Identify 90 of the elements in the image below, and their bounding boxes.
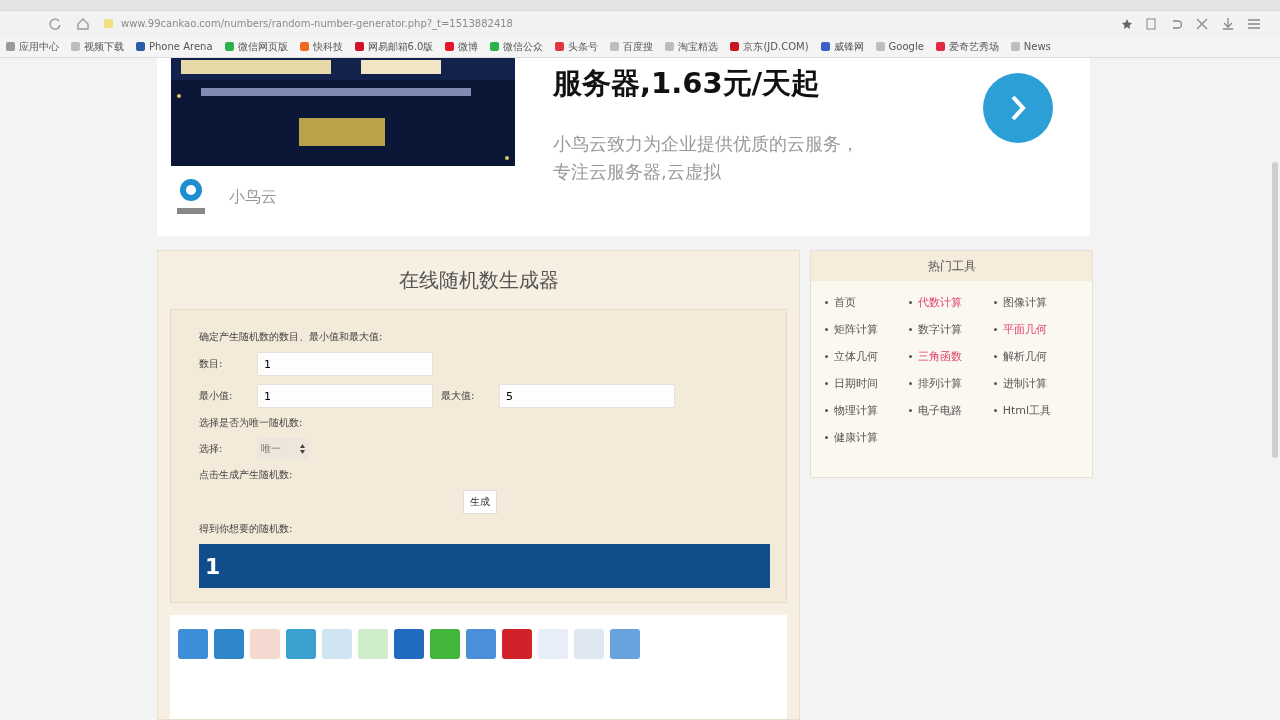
bookmark[interactable]: 头条号 (555, 39, 599, 54)
unique-select[interactable]: 唯一 (257, 438, 309, 460)
tool-link[interactable]: 数字计算 (918, 322, 963, 337)
share-icon[interactable] (178, 629, 208, 659)
bullet-icon (909, 355, 913, 358)
bullet-icon (993, 301, 997, 304)
generate-button[interactable]: 生成 (462, 490, 497, 514)
share-icon[interactable] (610, 629, 640, 659)
home-icon[interactable] (76, 16, 90, 31)
tool-link[interactable]: 排列计算 (918, 376, 963, 391)
tool-link[interactable]: Html工具 (1002, 403, 1051, 418)
field-label: 数目: (199, 357, 224, 371)
field-label: 最大值: (441, 389, 476, 403)
tool-link[interactable]: 首页 (834, 295, 856, 310)
bullet-icon (993, 409, 997, 412)
field-label: 最小值: (199, 389, 234, 403)
tool-link[interactable]: 解析几何 (1002, 349, 1047, 364)
share-icon[interactable] (394, 629, 424, 659)
bullet-icon (993, 328, 997, 331)
result-output: 1 (199, 544, 770, 588)
bullet-icon (825, 382, 828, 385)
bookmark[interactable]: Phone Arena (136, 41, 213, 53)
max-field[interactable]: 5 (499, 384, 675, 408)
stepper-arrows-icon (300, 444, 305, 454)
sidebar-title: 热门工具 (811, 251, 1092, 281)
reader-icon[interactable] (1146, 17, 1156, 30)
tool-link[interactable]: 物理计算 (834, 403, 878, 418)
bullet-icon (825, 328, 828, 331)
share-icon[interactable] (286, 629, 316, 659)
field-label: 选择: (199, 442, 224, 456)
share-icon[interactable] (502, 629, 532, 659)
share-icon[interactable] (574, 629, 604, 659)
generator-title: 在线随机数生成器 (397, 266, 560, 294)
ad-headline: 服务器,1.63元/天起 (553, 65, 822, 102)
tool-link[interactable]: 电子电路 (918, 403, 963, 418)
bullet-icon (909, 382, 913, 385)
bullet-icon (993, 355, 997, 358)
bullet-icon (825, 436, 828, 439)
bookmark[interactable]: 微信网页版 (224, 39, 288, 54)
star-icon[interactable] (1122, 18, 1132, 29)
min-field[interactable]: 1 (257, 384, 433, 408)
bullet-icon (825, 301, 828, 304)
bookmark[interactable]: News (1010, 41, 1051, 53)
tool-link[interactable]: 日期时间 (834, 376, 878, 391)
bullet-icon (909, 301, 913, 304)
download-icon[interactable] (1222, 17, 1234, 30)
tool-link[interactable]: 图像计算 (1002, 295, 1047, 310)
bookmark[interactable]: 爱奇艺秀场 (935, 39, 999, 54)
tool-link[interactable]: 三角函数 (918, 349, 963, 364)
share-icon[interactable] (322, 629, 352, 659)
bookmark[interactable]: 京东(JD.COM) (730, 39, 809, 54)
tool-link[interactable]: 矩阵计算 (834, 322, 878, 337)
tool-link[interactable]: 健康计算 (834, 430, 878, 445)
tool-link[interactable]: 立体几何 (834, 349, 878, 364)
share-icon[interactable] (358, 629, 388, 659)
count-field[interactable]: 1 (257, 352, 433, 376)
bookmark[interactable]: 微信公众 (490, 39, 544, 54)
share-icon[interactable] (214, 629, 244, 659)
ad-description: 小鸟云致力为企业提供优质的云服务，专注云服务器,云虚拟 (553, 132, 860, 184)
bookmark[interactable]: 快科技 (299, 39, 343, 54)
tool-link[interactable]: 进制计算 (1002, 376, 1047, 391)
bookmark[interactable]: 视频下载 (71, 39, 124, 54)
bookmark[interactable]: 微博 (445, 39, 479, 54)
bookmark[interactable]: 百度搜 (610, 39, 654, 54)
share-icon[interactable] (250, 629, 280, 659)
bookmark[interactable]: 威锋网 (820, 39, 864, 54)
bullet-icon (993, 382, 997, 385)
bookmark[interactable]: Google (875, 41, 924, 53)
result-label: 得到你想要的随机数: (199, 522, 294, 536)
close-icon[interactable] (1196, 17, 1208, 30)
bullet-icon (825, 355, 828, 358)
share-icon[interactable] (466, 629, 496, 659)
bookmark[interactable]: 网易邮箱6.0版 (354, 39, 434, 54)
share-icon[interactable] (430, 629, 460, 659)
menu-icon[interactable] (1248, 17, 1260, 30)
bullet-icon (909, 409, 913, 412)
bookmark[interactable]: 淘宝精选 (665, 39, 719, 54)
tool-link[interactable]: 代数计算 (918, 295, 963, 310)
bullet-icon (825, 409, 828, 412)
unique-prompt: 选择是否为唯一随机数: (199, 416, 304, 430)
tool-link[interactable]: 平面几何 (1002, 322, 1047, 337)
bookmark[interactable]: 应用中心 (6, 39, 59, 54)
generate-prompt: 点击生成产生随机数: (199, 468, 294, 482)
brand-name: 小鸟云 (229, 186, 277, 208)
site-icon (104, 19, 113, 29)
reload-icon[interactable] (48, 16, 62, 31)
bullet-icon (909, 328, 913, 331)
undo-icon[interactable] (1170, 17, 1182, 30)
scrollbar[interactable] (1272, 162, 1278, 458)
intro-text: 确定产生随机数的数目、最小值和最大值: (199, 330, 384, 344)
